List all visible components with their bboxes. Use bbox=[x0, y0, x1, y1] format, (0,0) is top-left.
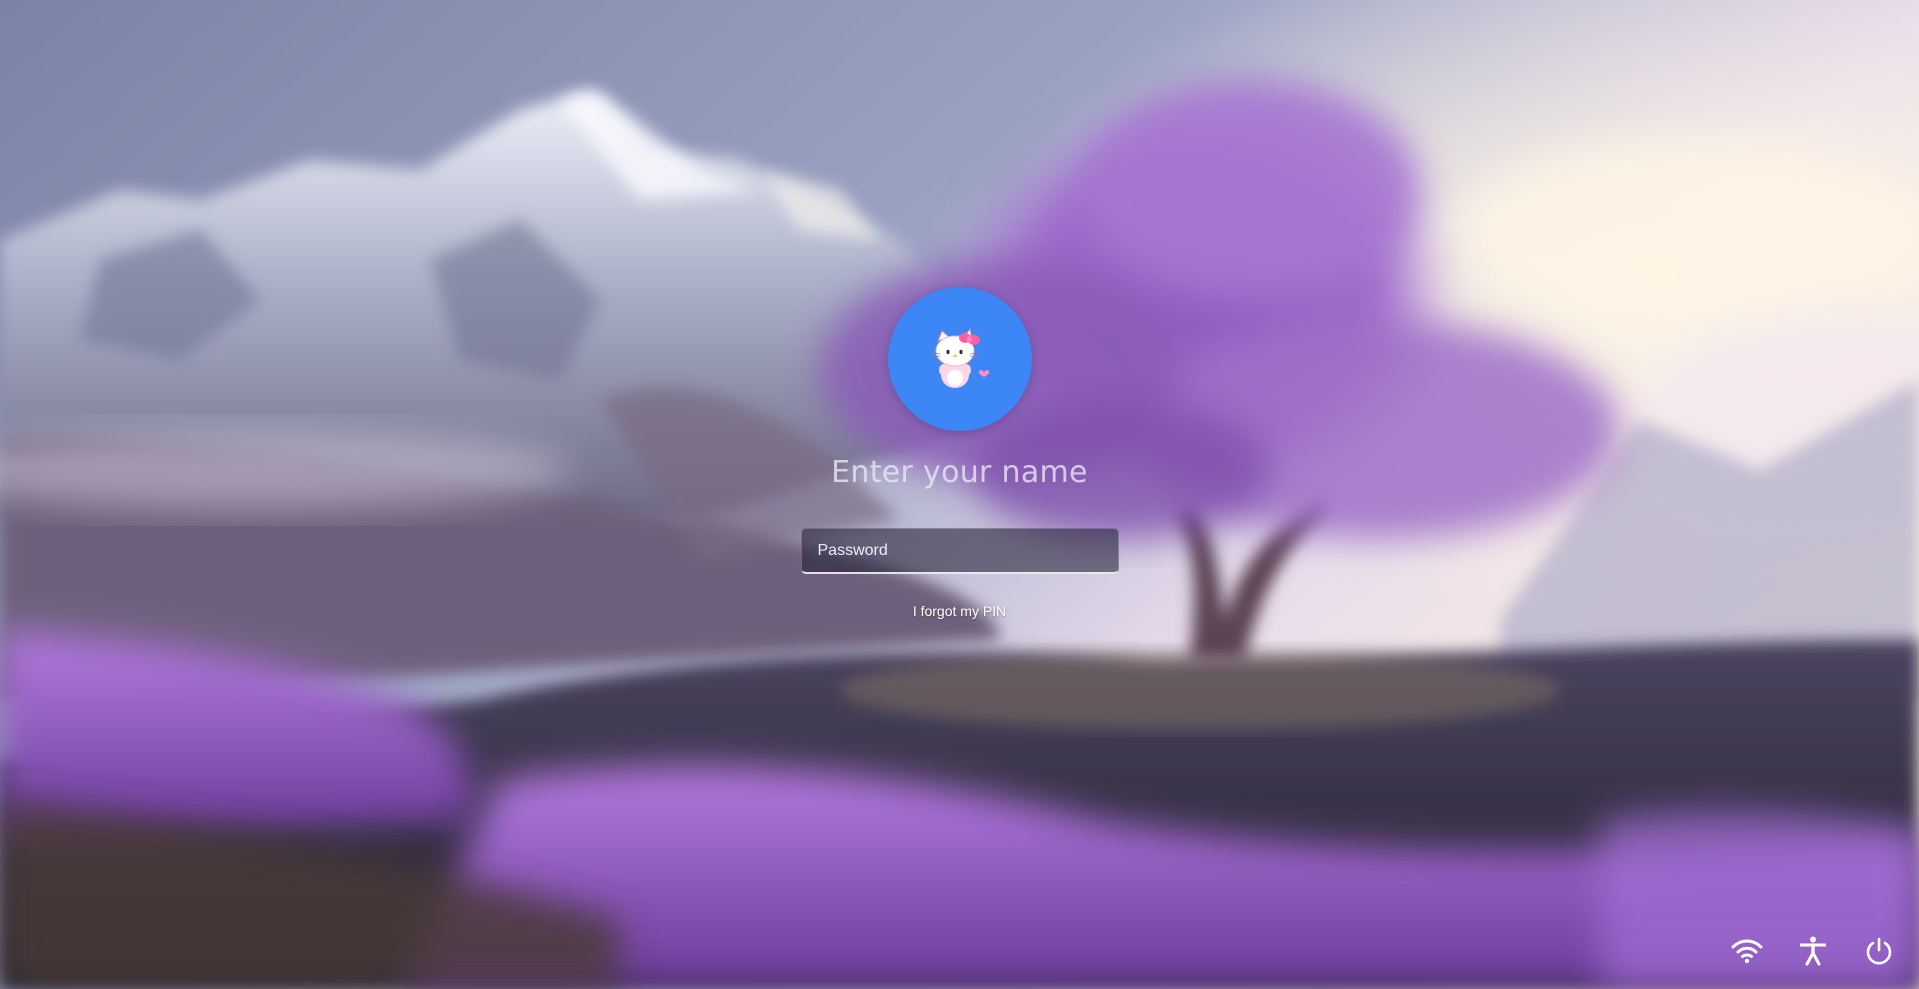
network-button[interactable] bbox=[1721, 925, 1773, 977]
forgot-pin-link[interactable]: I forgot my PIN bbox=[913, 603, 1006, 619]
lock-screen: Enter your name I forgot my PIN bbox=[0, 0, 1919, 989]
login-panel: Enter your name I forgot my PIN bbox=[0, 287, 1919, 619]
password-input[interactable] bbox=[817, 541, 1102, 560]
accessibility-icon bbox=[1800, 936, 1826, 966]
system-tray bbox=[1721, 913, 1919, 989]
wifi-icon bbox=[1731, 939, 1763, 964]
accessibility-button[interactable] bbox=[1787, 925, 1839, 977]
hello-kitty-avatar-icon bbox=[931, 327, 989, 388]
user-avatar bbox=[887, 287, 1032, 431]
power-icon bbox=[1866, 937, 1892, 965]
password-field[interactable] bbox=[800, 528, 1119, 574]
power-button[interactable] bbox=[1853, 925, 1905, 977]
username-label: Enter your name bbox=[831, 455, 1088, 490]
